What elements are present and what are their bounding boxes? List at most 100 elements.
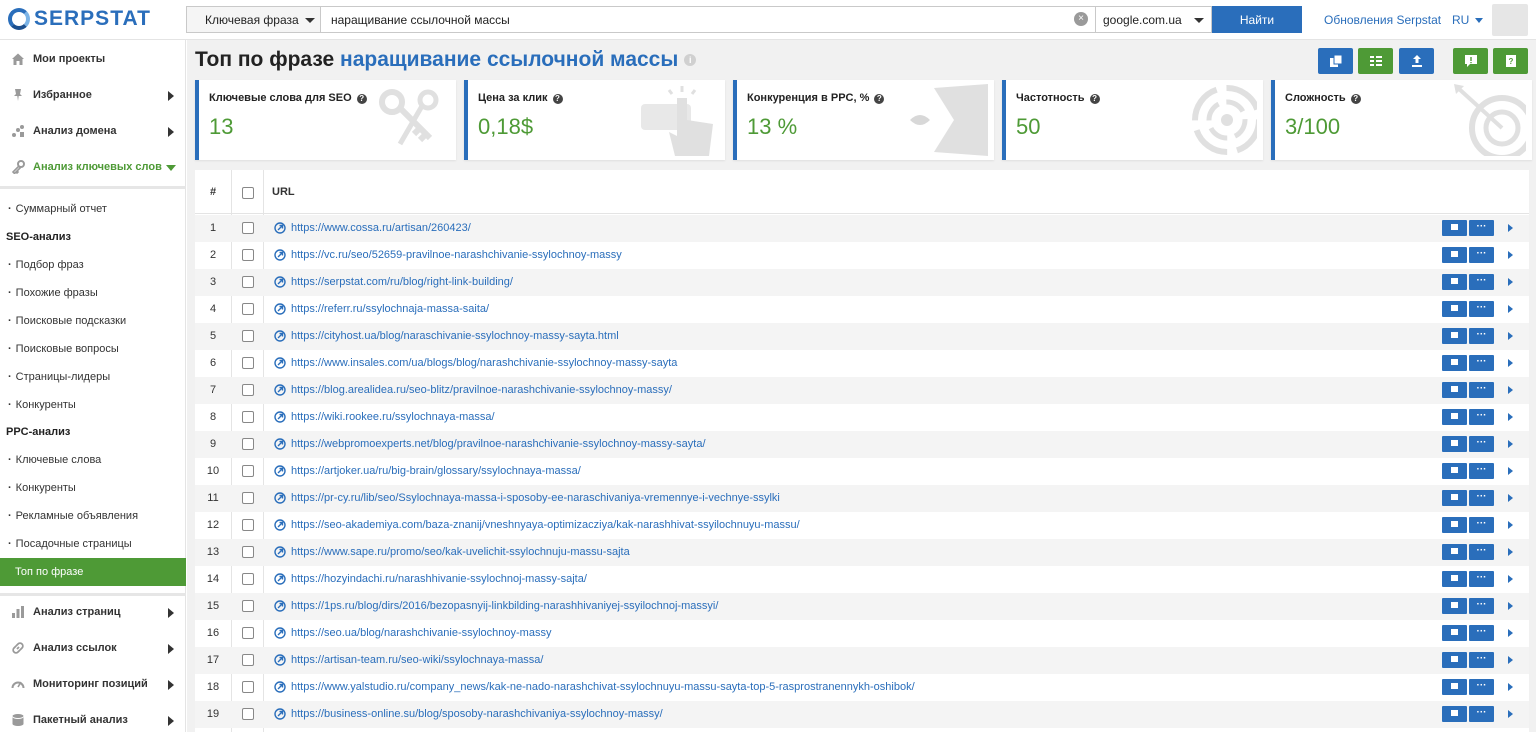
sidebar-item-link-analysis[interactable]: Анализ ссылок <box>0 630 186 666</box>
sidebar-sub-ppc-keywords[interactable]: Ключевые слова <box>0 446 186 474</box>
row-url-link[interactable]: https://serpstat.com/ru/blog/right-link-… <box>291 276 513 288</box>
row-save-button[interactable] <box>1442 463 1467 479</box>
row-url-link[interactable]: https://www.insales.com/ua/blogs/blog/na… <box>291 357 677 369</box>
row-save-button[interactable] <box>1442 301 1467 317</box>
external-link-icon[interactable] <box>274 492 286 504</box>
row-checkbox[interactable] <box>242 330 254 342</box>
row-url-link[interactable]: https://webpromoexperts.net/blog/praviln… <box>291 438 706 450</box>
external-link-icon[interactable] <box>274 249 286 261</box>
external-link-icon[interactable] <box>274 519 286 531</box>
row-checkbox[interactable] <box>242 708 254 720</box>
row-expand-arrow-icon[interactable] <box>1508 413 1513 421</box>
sidebar-sub-phrase-selection[interactable]: Подбор фраз <box>0 251 186 279</box>
external-link-icon[interactable] <box>274 627 286 639</box>
row-more-button[interactable]: ··· <box>1469 301 1494 317</box>
row-save-button[interactable] <box>1442 355 1467 371</box>
row-expand-arrow-icon[interactable] <box>1508 224 1513 232</box>
find-button[interactable]: Найти <box>1212 6 1302 33</box>
sidebar-sub-search-questions[interactable]: Поисковые вопросы <box>0 335 186 363</box>
external-link-icon[interactable] <box>274 681 286 693</box>
select-all-checkbox[interactable] <box>242 187 254 199</box>
row-checkbox[interactable] <box>242 357 254 369</box>
row-save-button[interactable] <box>1442 274 1467 290</box>
row-save-button[interactable] <box>1442 220 1467 236</box>
external-link-icon[interactable] <box>274 357 286 369</box>
sidebar-sub-ads[interactable]: Рекламные объявления <box>0 502 186 530</box>
row-save-button[interactable] <box>1442 544 1467 560</box>
row-url-link[interactable]: https://cityhost.ua/blog/naraschivanie-s… <box>291 330 619 342</box>
row-url-link[interactable]: https://pr-cy.ru/lib/seo/Ssylochnaya-mas… <box>291 492 780 504</box>
external-link-icon[interactable] <box>274 546 286 558</box>
external-link-icon[interactable] <box>274 303 286 315</box>
external-link-icon[interactable] <box>274 384 286 396</box>
sidebar-sub-summary[interactable]: Суммарный отчет <box>0 195 186 223</box>
help-button[interactable]: ? <box>1493 48 1528 74</box>
row-expand-arrow-icon[interactable] <box>1508 440 1513 448</box>
row-url-link[interactable]: https://www.yalstudio.ru/company_news/ka… <box>291 681 915 693</box>
sidebar-item-rank-tracking[interactable]: Мониторинг позиций <box>0 666 186 702</box>
avatar[interactable] <box>1492 4 1528 36</box>
row-checkbox[interactable] <box>242 384 254 396</box>
info-icon[interactable]: ? <box>1089 94 1100 104</box>
row-url-link[interactable]: https://www.cossa.ru/artisan/260423/ <box>291 222 471 234</box>
sidebar-item-keyword-analysis[interactable]: Анализ ключевых слов <box>0 149 186 185</box>
sidebar-sub-similar-phrases[interactable]: Похожие фразы <box>0 279 186 307</box>
row-save-button[interactable] <box>1442 517 1467 533</box>
row-url-link[interactable]: https://blog.arealidea.ru/seo-blitz/prav… <box>291 384 672 396</box>
row-checkbox[interactable] <box>242 600 254 612</box>
row-expand-arrow-icon[interactable] <box>1508 467 1513 475</box>
row-more-button[interactable]: ··· <box>1469 328 1494 344</box>
row-save-button[interactable] <box>1442 328 1467 344</box>
row-save-button[interactable] <box>1442 571 1467 587</box>
row-url-link[interactable]: https://artjoker.ua/ru/big-brain/glossar… <box>291 465 581 477</box>
row-more-button[interactable]: ··· <box>1469 679 1494 695</box>
row-more-button[interactable]: ··· <box>1469 382 1494 398</box>
row-checkbox[interactable] <box>242 654 254 666</box>
row-more-button[interactable]: ··· <box>1469 220 1494 236</box>
row-checkbox[interactable] <box>242 492 254 504</box>
row-url-link[interactable]: https://1ps.ru/blog/dirs/2016/bezopasnyi… <box>291 600 718 612</box>
row-url-link[interactable]: https://seo-akademiya.com/baza-znanij/vn… <box>291 519 800 531</box>
search-type-select[interactable]: Ключевая фраза <box>186 6 321 33</box>
sidebar-sub-top-by-phrase[interactable]: Топ по фразе <box>0 558 186 586</box>
sidebar-sub-search-suggestions[interactable]: Поисковые подсказки <box>0 307 186 335</box>
export-button[interactable] <box>1399 48 1434 74</box>
row-more-button[interactable]: ··· <box>1469 247 1494 263</box>
external-link-icon[interactable] <box>274 438 286 450</box>
info-icon[interactable]: ? <box>1350 94 1361 104</box>
row-save-button[interactable] <box>1442 382 1467 398</box>
sidebar-item-batch-analysis[interactable]: Пакетный анализ <box>0 702 186 732</box>
row-expand-arrow-icon[interactable] <box>1508 305 1513 313</box>
row-expand-arrow-icon[interactable] <box>1508 251 1513 259</box>
sidebar-sub-landing-pages[interactable]: Посадочные страницы <box>0 530 186 558</box>
external-link-icon[interactable] <box>274 573 286 585</box>
row-checkbox[interactable] <box>242 546 254 558</box>
row-expand-arrow-icon[interactable] <box>1508 710 1513 718</box>
row-expand-arrow-icon[interactable] <box>1508 521 1513 529</box>
info-icon[interactable]: ? <box>874 94 885 104</box>
row-checkbox[interactable] <box>242 681 254 693</box>
row-more-button[interactable]: ··· <box>1469 625 1494 641</box>
row-checkbox[interactable] <box>242 303 254 315</box>
row-expand-arrow-icon[interactable] <box>1508 548 1513 556</box>
clear-search-icon[interactable]: × <box>1074 12 1088 26</box>
feedback-button[interactable] <box>1453 48 1488 74</box>
sidebar-item-page-analysis[interactable]: Анализ страниц <box>0 594 186 630</box>
info-icon[interactable]: i <box>684 54 697 67</box>
columns-button[interactable] <box>1358 48 1393 74</box>
external-link-icon[interactable] <box>274 276 286 288</box>
row-checkbox[interactable] <box>242 627 254 639</box>
updates-link[interactable]: Обновления Serpstat <box>1324 13 1441 27</box>
row-more-button[interactable]: ··· <box>1469 706 1494 722</box>
row-save-button[interactable] <box>1442 652 1467 668</box>
external-link-icon[interactable] <box>274 411 286 423</box>
row-more-button[interactable]: ··· <box>1469 274 1494 290</box>
row-url-link[interactable]: https://hozyindachi.ru/narashhivanie-ssy… <box>291 573 587 585</box>
row-expand-arrow-icon[interactable] <box>1508 386 1513 394</box>
row-more-button[interactable]: ··· <box>1469 436 1494 452</box>
row-expand-arrow-icon[interactable] <box>1508 575 1513 583</box>
row-checkbox[interactable] <box>242 276 254 288</box>
row-save-button[interactable] <box>1442 247 1467 263</box>
row-checkbox[interactable] <box>242 573 254 585</box>
serpstat-logo[interactable]: SERPSTAT <box>8 7 151 31</box>
